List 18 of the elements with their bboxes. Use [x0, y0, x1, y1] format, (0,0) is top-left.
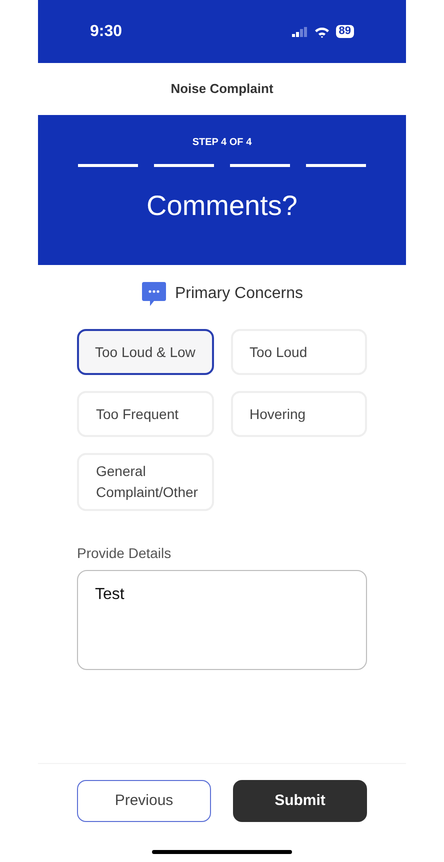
concern-option[interactable]: Too Loud & Low	[77, 329, 214, 375]
concern-option[interactable]: Too Loud	[230, 329, 367, 375]
banner-heading: Comments?	[146, 189, 298, 223]
previous-button[interactable]: Previous	[77, 780, 211, 822]
section-title: Primary Concerns	[174, 284, 304, 304]
step-label: STEP 4 OF 4	[192, 136, 252, 150]
details-label: Provide Details	[76, 544, 172, 563]
status-time: 9:30	[90, 22, 122, 42]
wifi-icon	[314, 26, 330, 38]
screen-title: Noise Complaint	[170, 80, 274, 98]
concern-option[interactable]: Too Frequent	[77, 391, 214, 437]
concern-option[interactable]: Hovering	[230, 391, 367, 437]
signal-icon	[292, 26, 308, 36]
chat-bubble-icon	[140, 281, 167, 307]
concern-option[interactable]: General Complaint/Other	[77, 453, 214, 511]
details-field[interactable]: Test	[77, 570, 367, 670]
battery-indicator: 89	[336, 25, 354, 38]
submit-button[interactable]: Submit	[233, 780, 367, 822]
